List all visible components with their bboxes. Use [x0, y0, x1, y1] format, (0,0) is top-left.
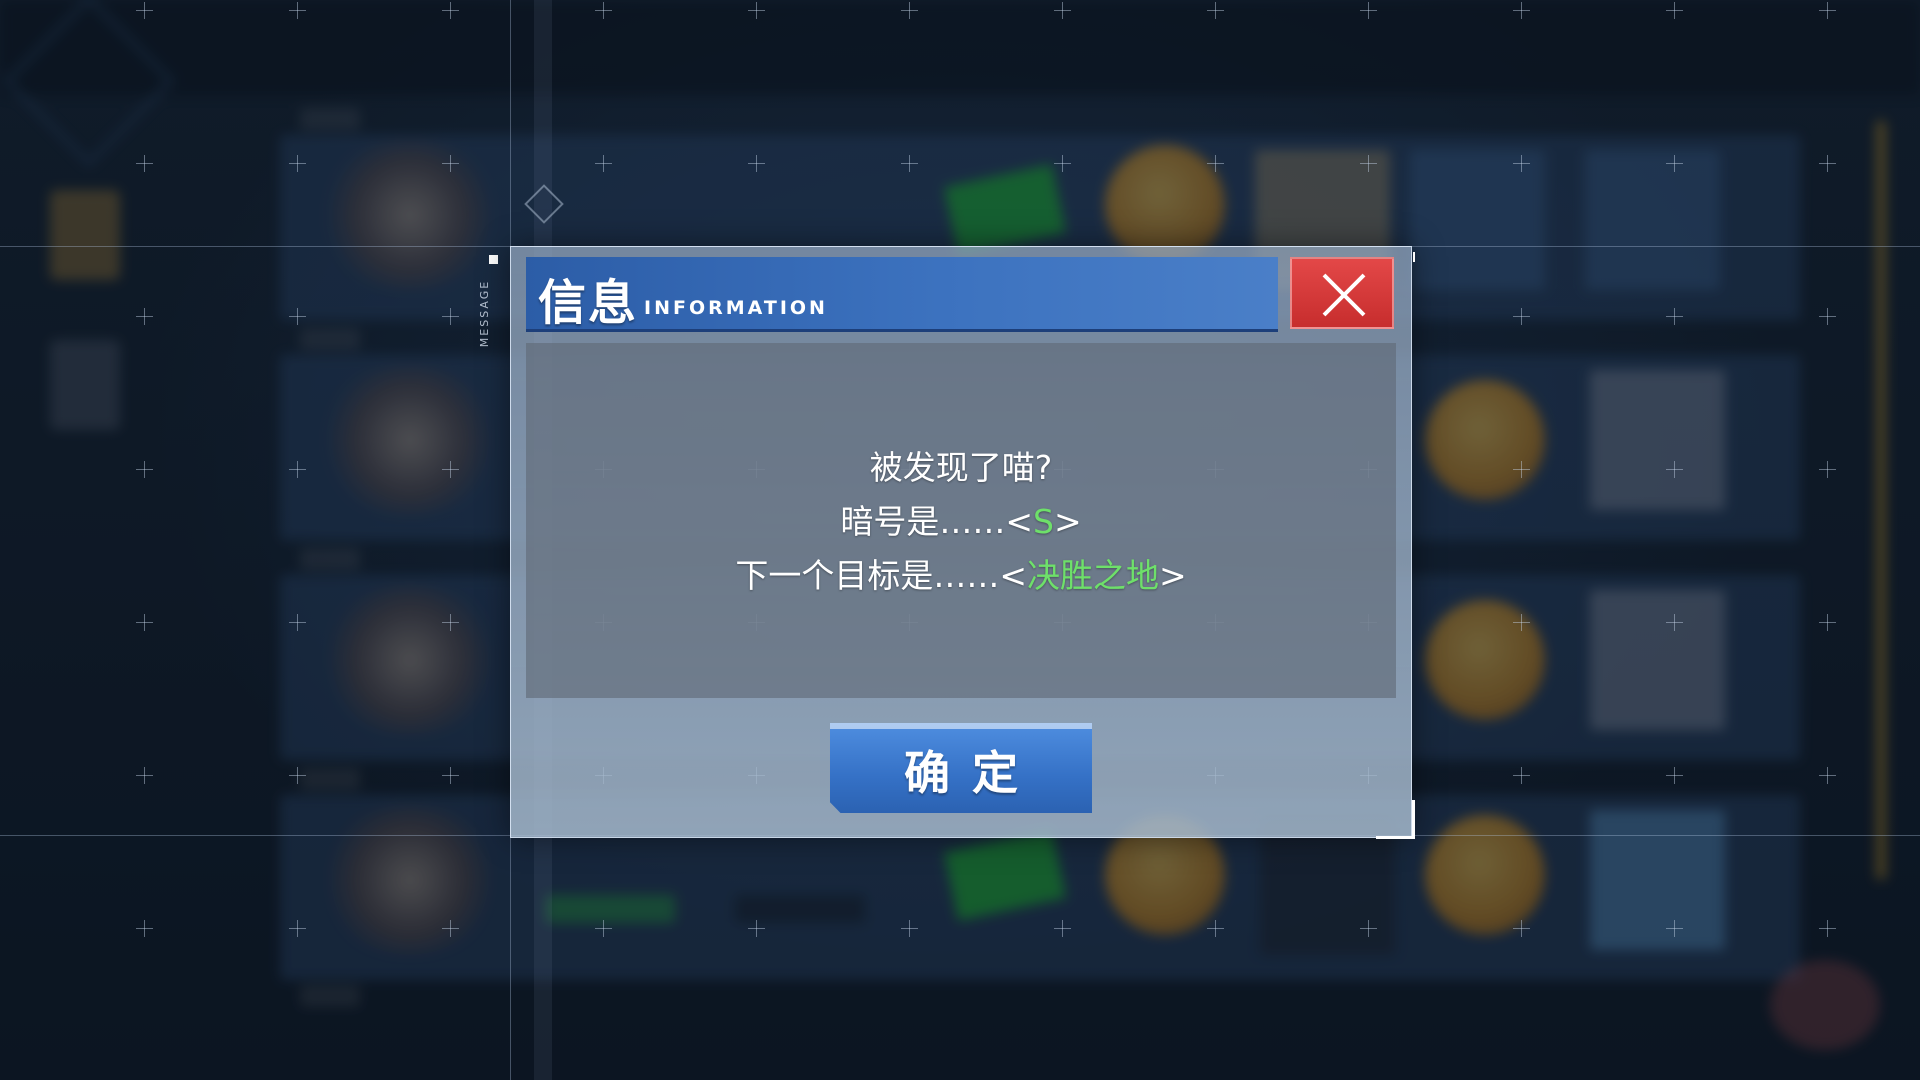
- side-square-icon: [489, 255, 498, 264]
- crosshair-marker: [1819, 614, 1836, 631]
- crosshair-marker: [1207, 2, 1224, 19]
- crosshair-marker: [1666, 614, 1683, 631]
- message-line-1-text: 被发现了喵?: [869, 448, 1053, 487]
- crosshair-marker: [1819, 308, 1836, 325]
- crosshair-marker: [442, 920, 459, 937]
- side-label-text: MESSAGE: [478, 279, 492, 348]
- crosshair-marker: [1666, 2, 1683, 19]
- crosshair-marker: [1666, 308, 1683, 325]
- crosshair-marker: [289, 2, 306, 19]
- crosshair-marker: [1207, 920, 1224, 937]
- message-line-1: 被发现了喵?: [526, 441, 1396, 489]
- crosshair-marker: [289, 461, 306, 478]
- dialog-message-body: 被发现了喵? 暗号是……<S> 下一个目标是……<决胜之地>: [526, 343, 1396, 698]
- target-highlight: 决胜之地: [1027, 556, 1159, 595]
- crosshair-marker: [1819, 920, 1836, 937]
- crosshair-marker: [901, 155, 918, 172]
- confirm-button[interactable]: 确定: [830, 723, 1092, 813]
- crosshair-marker: [595, 920, 612, 937]
- crosshair-marker: [1054, 155, 1071, 172]
- crosshair-marker: [1513, 614, 1530, 631]
- message-line-2-text: 暗号是……<: [840, 502, 1034, 541]
- crosshair-marker: [289, 155, 306, 172]
- crosshair-marker: [136, 767, 153, 784]
- crosshair-marker: [595, 155, 612, 172]
- dialog-title-en: INFORMATION: [644, 297, 828, 319]
- crosshair-marker: [289, 920, 306, 937]
- crosshair-marker: [1360, 155, 1377, 172]
- game-screen: MESSAGE 信息 INFORMATION 被发现了喵? 暗号是……<S> 下…: [0, 0, 1920, 1080]
- message-line-2: 暗号是……<S>: [526, 495, 1396, 543]
- crosshair-marker: [1054, 2, 1071, 19]
- crosshair-marker: [901, 2, 918, 19]
- dialog-title-bar: 信息 INFORMATION: [526, 257, 1278, 332]
- crosshair-marker: [289, 308, 306, 325]
- crosshair-marker: [901, 920, 918, 937]
- crosshair-marker: [442, 155, 459, 172]
- crosshair-marker: [136, 920, 153, 937]
- crosshair-marker: [136, 461, 153, 478]
- crosshair-marker: [1360, 2, 1377, 19]
- crosshair-marker: [1054, 920, 1071, 937]
- crosshair-marker: [1207, 155, 1224, 172]
- crosshair-marker: [1819, 2, 1836, 19]
- dialog-dot-mark: [1413, 252, 1415, 262]
- information-dialog: 信息 INFORMATION 被发现了喵? 暗号是……<S> 下一个目标是……<…: [510, 246, 1412, 838]
- crosshair-marker: [1819, 767, 1836, 784]
- crosshair-marker: [1666, 920, 1683, 937]
- crosshair-marker: [1819, 155, 1836, 172]
- crosshair-marker: [136, 2, 153, 19]
- dialog-title-cn: 信息: [538, 275, 639, 331]
- crosshair-marker: [748, 155, 765, 172]
- crosshair-marker: [1666, 155, 1683, 172]
- crosshair-marker: [289, 614, 306, 631]
- close-icon: [1322, 273, 1366, 317]
- crosshair-marker: [136, 614, 153, 631]
- crosshair-marker: [442, 2, 459, 19]
- crosshair-marker: [442, 461, 459, 478]
- message-side-label: MESSAGE: [478, 255, 505, 365]
- crosshair-marker: [1819, 461, 1836, 478]
- crosshair-marker: [1513, 308, 1530, 325]
- crosshair-marker: [136, 308, 153, 325]
- crosshair-marker: [748, 2, 765, 19]
- crosshair-marker: [442, 767, 459, 784]
- message-line-3-text: 下一个目标是……<: [735, 556, 1027, 595]
- crosshair-marker: [136, 155, 153, 172]
- crosshair-marker: [595, 2, 612, 19]
- button-shine: [830, 723, 1092, 729]
- message-line-3: 下一个目标是……<决胜之地>: [526, 549, 1396, 597]
- crosshair-marker: [442, 614, 459, 631]
- close-button[interactable]: [1290, 257, 1394, 329]
- crosshair-marker: [748, 920, 765, 937]
- crosshair-marker: [1666, 767, 1683, 784]
- crosshair-marker: [289, 767, 306, 784]
- message-line-2-suffix: >: [1053, 502, 1082, 541]
- crosshair-marker: [1513, 920, 1530, 937]
- crosshair-marker: [1666, 461, 1683, 478]
- message-line-3-suffix: >: [1159, 556, 1187, 595]
- crosshair-marker: [1513, 461, 1530, 478]
- code-highlight: S: [1033, 502, 1054, 541]
- crosshair-marker: [1513, 767, 1530, 784]
- crosshair-marker: [1513, 2, 1530, 19]
- crosshair-marker: [442, 308, 459, 325]
- crosshair-marker: [1513, 155, 1530, 172]
- crosshair-marker: [1360, 920, 1377, 937]
- dialog-corner-mark: [1376, 800, 1415, 839]
- confirm-button-label: 确定: [904, 746, 1040, 800]
